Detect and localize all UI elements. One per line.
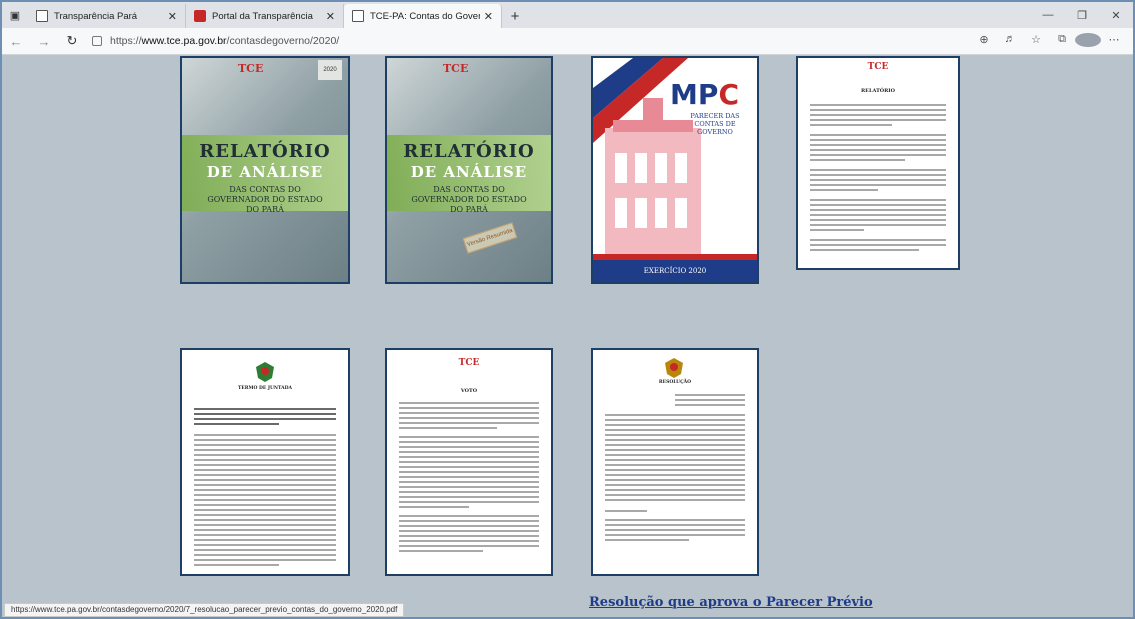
cover-title-1: RELATÓRIO: [199, 141, 331, 162]
version-stamp: Versão Resumida: [462, 222, 518, 254]
zoom-icon[interactable]: ⊕: [971, 33, 997, 50]
more-icon[interactable]: ⋯: [1101, 33, 1127, 50]
url-host: www.tce.pa.gov.br: [141, 35, 227, 47]
doc-resolucao[interactable]: RESOLUÇÃO: [591, 348, 759, 576]
close-icon[interactable]: ✕: [484, 10, 493, 23]
favorites-icon[interactable]: ☆: [1023, 33, 1049, 50]
red-logo-icon: [194, 10, 206, 22]
tab-bar: ▣ Transparência Pará ✕ Portal da Transpa…: [2, 2, 1133, 28]
year-badge: 2020: [318, 60, 342, 80]
tab-tce-contas[interactable]: TCE-PA: Contas do Governo 202 ✕: [344, 4, 502, 28]
cover-title-2: DE ANÁLISE: [206, 163, 324, 181]
window-menu-icon[interactable]: ▣: [2, 2, 28, 28]
avatar: [1075, 32, 1101, 47]
doc-heading: VOTO: [460, 388, 478, 394]
toolbar-icons: ⊕ ♬ ☆ ⧉ ⋯: [971, 32, 1127, 50]
page-content: TCE 2020 RELATÓRIO DE ANÁLISE DAS CONTAS…: [2, 56, 1133, 617]
doc-heading: RELATÓRIO: [860, 88, 895, 94]
collections-icon[interactable]: ⧉: [1049, 33, 1075, 50]
profile-icon[interactable]: [1075, 32, 1101, 50]
text-block: [810, 104, 946, 254]
tce-logo: TCE: [867, 62, 889, 72]
read-aloud-icon[interactable]: ♬: [997, 33, 1023, 50]
mpc-logo: MPC: [670, 78, 739, 111]
lock-icon: [92, 36, 102, 46]
document-icon: [352, 10, 364, 22]
cover-footer: EXERCÍCIO 2020: [593, 260, 757, 282]
reload-icon[interactable]: ↻: [58, 33, 86, 49]
cover-title-2: DE ANÁLISE: [410, 163, 528, 181]
document-icon: [36, 10, 48, 22]
tab-portal-transparencia[interactable]: Portal da Transparência ✕: [186, 4, 344, 28]
url-path: /contasdegoverno/2020/: [226, 35, 340, 47]
forward-icon[interactable]: →: [30, 34, 58, 49]
cover-title-1: RELATÓRIO: [403, 141, 535, 162]
doc-relatorio-texto[interactable]: TCE RELATÓRIO: [796, 56, 960, 270]
status-bar-url: https://www.tce.pa.gov.br/contasdegovern…: [4, 603, 405, 617]
doc-relatorio-resumido[interactable]: TCE RELATÓRIO DE ANÁLISE DAS CONTAS DO G…: [385, 56, 553, 284]
tab-title: TCE-PA: Contas do Governo 202: [370, 10, 480, 22]
tce-logo: TCE: [443, 62, 469, 75]
url-field[interactable]: https://www.tce.pa.gov.br/contasdegovern…: [92, 35, 971, 47]
doc-voto[interactable]: TCE VOTO: [385, 348, 553, 576]
doc-relatorio-analise[interactable]: TCE 2020 RELATÓRIO DE ANÁLISE DAS CONTAS…: [180, 56, 350, 284]
close-window-icon[interactable]: ✕: [1099, 2, 1133, 28]
coat-of-arms-icon: [665, 358, 683, 378]
text-block: [605, 394, 745, 544]
close-icon[interactable]: ✕: [326, 10, 335, 23]
tce-logo: TCE: [238, 62, 264, 75]
tab-title: Transparência Pará: [54, 10, 138, 22]
cover-subtitle: DAS CONTAS DO GOVERNADOR DO ESTADO DO PA…: [411, 185, 527, 214]
address-bar: ← → ↻ https://www.tce.pa.gov.br/contasde…: [2, 28, 1133, 55]
back-icon[interactable]: ←: [2, 34, 30, 49]
doc-heading: RESOLUÇÃO: [658, 380, 692, 385]
doc-parecer-mpc[interactable]: MPC PARECER DAS CONTAS DE GOVERNO EXERCÍ…: [591, 56, 759, 284]
tce-logo: TCE: [458, 358, 480, 368]
browser-window: ▣ Transparência Pará ✕ Portal da Transpa…: [0, 0, 1135, 619]
tab-transparencia-para[interactable]: Transparência Pará ✕: [28, 4, 186, 28]
doc-termo-juntada[interactable]: TERMO DE JUNTADA: [180, 348, 350, 576]
resolucao-parecer-link[interactable]: Resolução que aprova o Parecer Prévio: [589, 595, 873, 610]
window-controls: — ❐ ✕: [1031, 2, 1133, 28]
new-tab-button[interactable]: +: [502, 4, 528, 28]
restore-icon[interactable]: ❐: [1065, 2, 1099, 28]
close-icon[interactable]: ✕: [168, 10, 177, 23]
doc-heading: TERMO DE JUNTADA: [237, 386, 293, 391]
coat-of-arms-icon: [256, 362, 274, 382]
url-scheme: https://: [110, 35, 142, 47]
cover-subtitle: PARECER DAS CONTAS DE GOVERNO: [690, 112, 740, 136]
minimize-icon[interactable]: —: [1031, 2, 1065, 28]
tab-title: Portal da Transparência: [212, 10, 313, 22]
cover-subtitle: DAS CONTAS DO GOVERNADOR DO ESTADO DO PA…: [207, 185, 323, 214]
text-block: [399, 402, 539, 555]
text-block: [194, 408, 336, 569]
